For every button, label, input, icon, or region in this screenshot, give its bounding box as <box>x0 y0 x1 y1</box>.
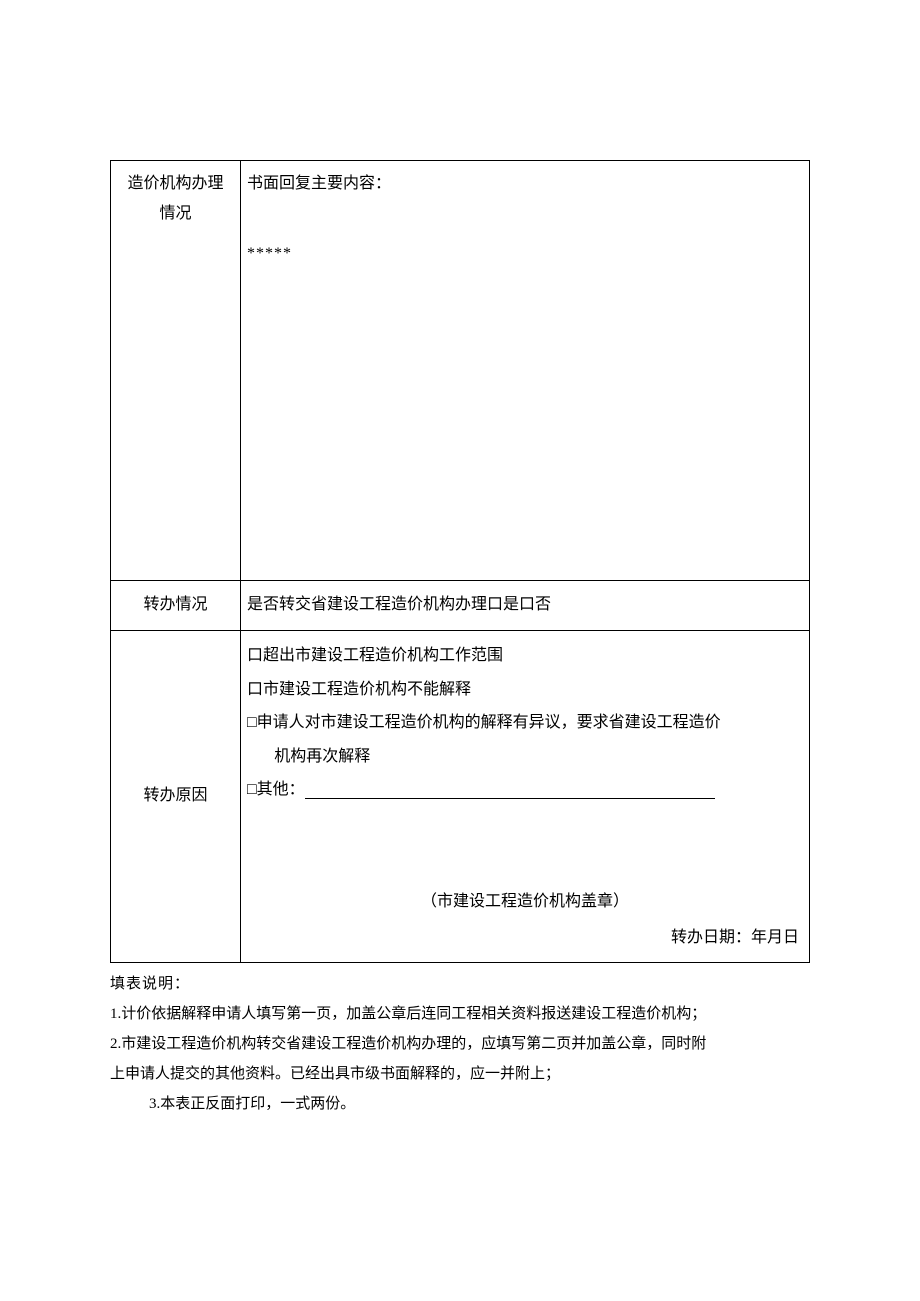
row1-content-cell: 书面回复主要内容： ***** <box>241 161 810 581</box>
row3-label-cell: 转办原因 <box>111 631 241 963</box>
row2-content-cell: 是否转交省建设工程造价机构办理口是口否 <box>241 581 810 631</box>
row3-content-cell: 口超出市建设工程造价机构工作范围 口市建设工程造价机构不能解释 □申请人对市建设… <box>241 631 810 963</box>
note-2: 2.市建设工程造价机构转交省建设工程造价机构办理的，应填写第二页并加盖公章，同时… <box>110 1029 810 1059</box>
row3-opt3-line1: □申请人对市建设工程造价机构的解释有异议，要求省建设工程造价 <box>247 706 803 740</box>
row3-opt4: □其他： <box>247 773 803 807</box>
note-2b: 上申请人提交的其他资料。已经出具市级书面解释的，应一并附上； <box>110 1059 810 1089</box>
row3-opt4-prefix: □其他： <box>247 781 305 798</box>
row3-opt1: 口超出市建设工程造价机构工作范围 <box>247 639 803 673</box>
row1-label-line2: 情况 <box>159 205 191 222</box>
row3-date: 转办日期：年月日 <box>247 923 803 953</box>
row3-opt3-line2: 机构再次解释 <box>247 740 803 774</box>
row1-heading: 书面回复主要内容： <box>247 169 803 199</box>
row3-opt4-underline <box>305 783 715 799</box>
row2-label-cell: 转办情况 <box>111 581 241 631</box>
note-3: 3.本表正反面打印，一式两份。 <box>110 1089 810 1119</box>
form-table: 造价机构办理 情况 书面回复主要内容： ***** 转办情况 是否转交省建设工程… <box>110 160 810 963</box>
row3-opt2: 口市建设工程造价机构不能解释 <box>247 673 803 707</box>
row3-seal: （市建设工程造价机构盖章） <box>247 887 803 917</box>
table-row: 转办原因 口超出市建设工程造价机构工作范围 口市建设工程造价机构不能解释 □申请… <box>111 631 810 963</box>
note-1: 1.计价依据解释申请人填写第一页，加盖公章后连同工程相关资料报送建设工程造价机构… <box>110 999 810 1029</box>
row2-label: 转办情况 <box>143 596 207 613</box>
row2-text: 是否转交省建设工程造价机构办理口是口否 <box>247 596 551 613</box>
notes-heading: 填表说明： <box>110 969 810 999</box>
row1-label-cell: 造价机构办理 情况 <box>111 161 241 581</box>
notes-section: 填表说明： 1.计价依据解释申请人填写第一页，加盖公章后连同工程相关资料报送建设… <box>110 969 810 1119</box>
row1-stars: ***** <box>247 239 803 269</box>
row3-label: 转办原因 <box>143 787 207 804</box>
table-row: 转办情况 是否转交省建设工程造价机构办理口是口否 <box>111 581 810 631</box>
table-row: 造价机构办理 情况 书面回复主要内容： ***** <box>111 161 810 581</box>
row1-label-line1: 造价机构办理 <box>127 175 223 192</box>
